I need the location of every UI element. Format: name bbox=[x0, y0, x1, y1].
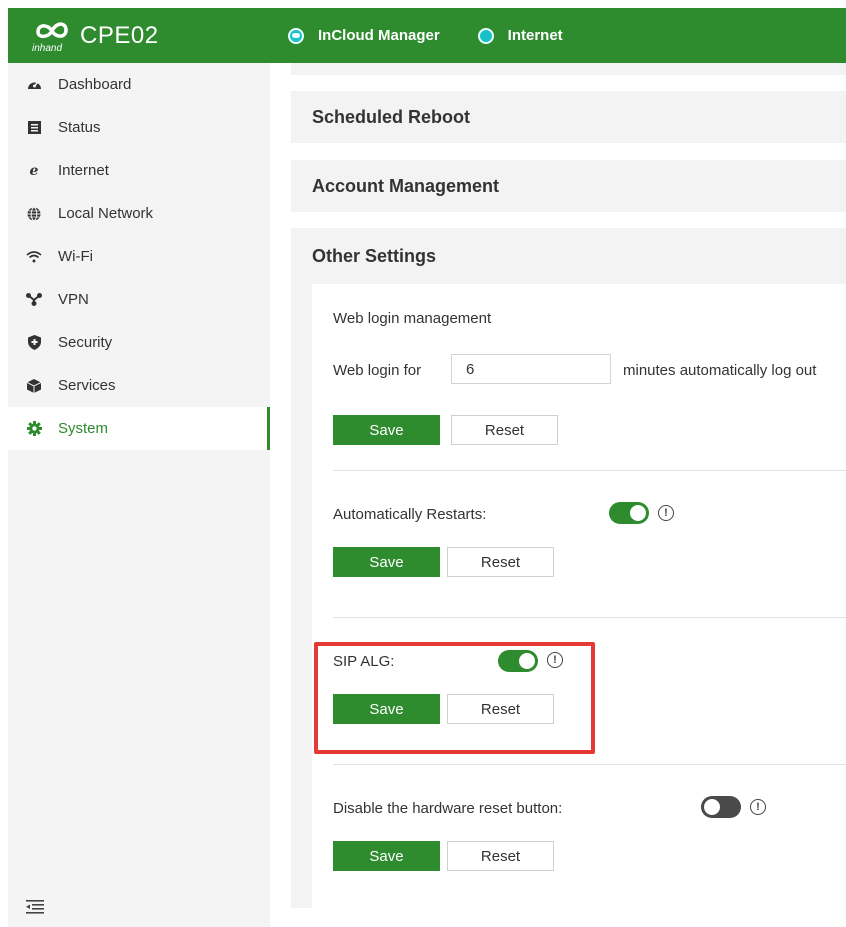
internet-status-label: Internet bbox=[507, 27, 563, 44]
main-content: Scheduled Reboot Account Management Othe… bbox=[270, 63, 846, 927]
vpn-icon bbox=[26, 292, 42, 308]
info-icon[interactable]: ! bbox=[750, 799, 766, 815]
sidebar-item-label: Local Network bbox=[58, 205, 154, 222]
other-settings-body: Web login management Web login for 6 min… bbox=[312, 284, 846, 908]
auto-restart-toggle[interactable] bbox=[609, 502, 649, 524]
shield-icon bbox=[26, 335, 42, 351]
panel-title: Scheduled Reboot bbox=[312, 106, 471, 127]
sidebar-item-vpn[interactable]: VPN bbox=[8, 278, 270, 321]
account-management-panel[interactable]: Account Management bbox=[291, 160, 846, 212]
top-bar: inhand CPE02 InCloud Manager Internet bbox=[8, 8, 846, 63]
web-login-prefix: Web login for bbox=[333, 362, 422, 379]
sidebar-item-label: Security bbox=[58, 334, 113, 351]
internet-status[interactable]: Internet bbox=[477, 27, 563, 44]
panel-fragment bbox=[291, 63, 846, 75]
status-icon bbox=[26, 120, 42, 136]
collapse-sidebar-icon[interactable] bbox=[26, 900, 44, 919]
inhand-logo: inhand bbox=[32, 18, 72, 54]
web-login-save-button[interactable]: Save bbox=[333, 415, 440, 445]
internet-icon: e bbox=[29, 162, 39, 179]
sidebar-item-status[interactable]: Status bbox=[8, 106, 270, 149]
web-login-heading: Web login management bbox=[333, 310, 492, 327]
web-login-suffix: minutes automatically log out bbox=[623, 362, 817, 379]
sidebar-item-wifi[interactable]: Wi-Fi bbox=[8, 235, 270, 278]
sidebar-item-label: Internet bbox=[58, 162, 109, 179]
other-settings-panel: Other Settings Web login management Web … bbox=[291, 228, 846, 908]
web-login-minutes-input[interactable]: 6 bbox=[451, 354, 611, 384]
sidebar-item-label: VPN bbox=[58, 291, 89, 308]
incloud-manager-status[interactable]: InCloud Manager bbox=[288, 27, 440, 44]
auto-restart-save-button[interactable]: Save bbox=[333, 547, 440, 577]
sidebar-item-dashboard[interactable]: Dashboard bbox=[8, 63, 270, 106]
status-dot-icon bbox=[477, 27, 494, 44]
sidebar-item-label: Services bbox=[58, 377, 116, 394]
auto-restart-reset-button[interactable]: Reset bbox=[447, 547, 554, 577]
panel-title: Account Management bbox=[312, 175, 500, 196]
info-icon[interactable]: ! bbox=[658, 505, 674, 521]
cube-icon bbox=[26, 378, 42, 394]
web-login-reset-button[interactable]: Reset bbox=[451, 415, 558, 445]
sidebar-item-local-network[interactable]: Local Network bbox=[8, 192, 270, 235]
divider bbox=[333, 470, 846, 471]
sidebar-item-label: System bbox=[58, 420, 109, 437]
hw-reset-reset-button[interactable]: Reset bbox=[447, 841, 554, 871]
divider bbox=[333, 617, 846, 618]
scheduled-reboot-panel[interactable]: Scheduled Reboot bbox=[291, 91, 846, 143]
sidebar-item-system[interactable]: System bbox=[8, 407, 270, 450]
sidebar-item-label: Wi-Fi bbox=[58, 248, 93, 265]
hw-reset-toggle[interactable] bbox=[701, 796, 741, 818]
gear-icon bbox=[26, 421, 42, 437]
sidebar-item-services[interactable]: Services bbox=[8, 364, 270, 407]
sidebar-item-security[interactable]: Security bbox=[8, 321, 270, 364]
app-title: CPE02 bbox=[80, 21, 159, 49]
sidebar-item-internet[interactable]: e Internet bbox=[8, 149, 270, 192]
sidebar-item-label: Dashboard bbox=[58, 76, 132, 93]
wifi-icon bbox=[26, 249, 42, 265]
panel-title[interactable]: Other Settings bbox=[291, 228, 846, 284]
brand-sub: inhand bbox=[32, 42, 63, 54]
sidebar-item-label: Status bbox=[58, 119, 101, 136]
globe-icon bbox=[26, 206, 42, 222]
brand: inhand CPE02 bbox=[8, 18, 288, 54]
logo-icon bbox=[36, 21, 68, 38]
divider bbox=[333, 764, 846, 765]
hw-reset-save-button[interactable]: Save bbox=[333, 841, 440, 871]
incloud-manager-label: InCloud Manager bbox=[318, 27, 440, 44]
hw-reset-label: Disable the hardware reset button: bbox=[333, 800, 563, 817]
cloud-icon bbox=[288, 27, 304, 44]
sip-alg-highlight-box bbox=[314, 642, 595, 754]
auto-restart-label: Automatically Restarts: bbox=[333, 506, 487, 523]
dashboard-icon bbox=[26, 77, 42, 93]
sidebar: Dashboard Status e Internet Local Networ… bbox=[8, 63, 270, 927]
